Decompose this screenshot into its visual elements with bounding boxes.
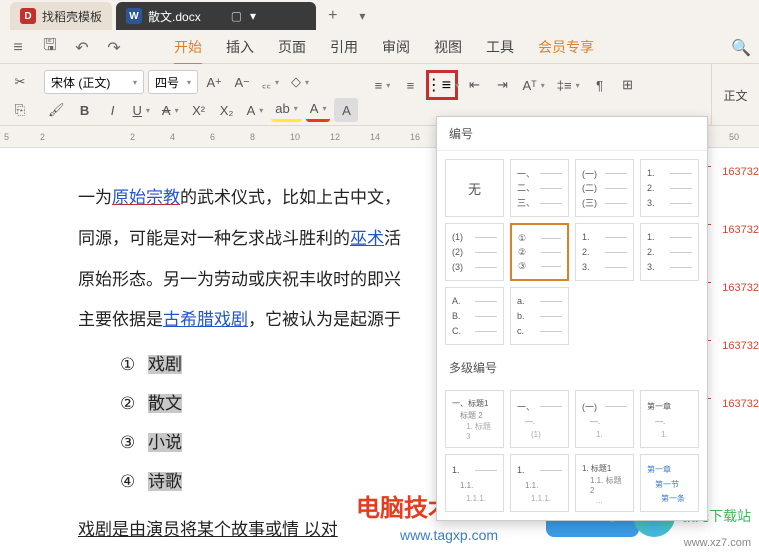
highlight-button[interactable]: ab▾ xyxy=(271,98,301,122)
revision-marks: 163732 163732 163732 163732 163732 xyxy=(722,148,759,438)
ml-numbering-option[interactable]: 第一章 —. 1. xyxy=(640,390,699,448)
ml-numbering-option[interactable]: 1. 1.1. 1.1.1. xyxy=(445,454,504,512)
style-panel[interactable]: 正文 xyxy=(711,64,759,126)
menu-tab-start[interactable]: 开始 xyxy=(174,31,202,65)
ml-numbering-option[interactable]: 第一章 第一节 第一条 xyxy=(640,454,699,512)
sort-button[interactable]: ⊞ xyxy=(616,73,640,97)
line-spacing-button[interactable]: ‡≡▾ xyxy=(553,73,584,97)
menu-tab-vip[interactable]: 会员专享 xyxy=(538,31,594,65)
ml-numbering-option[interactable]: 1. 1.1. 1.1.1. xyxy=(510,454,569,512)
ml-numbering-option[interactable]: 一、标题1 标题 2 1. 标题 3 xyxy=(445,390,504,448)
popup-ml-title: 多级编号 xyxy=(437,353,707,382)
char-shading-button[interactable]: A xyxy=(334,98,358,122)
clear-format-icon[interactable]: ◇▾ xyxy=(287,70,313,94)
underline-button[interactable]: U▾ xyxy=(129,98,154,122)
menu-tab-insert[interactable]: 插入 xyxy=(226,31,254,65)
menu-icon[interactable]: ≡ xyxy=(8,38,28,58)
undo-icon[interactable]: ↶ xyxy=(72,38,92,58)
device-icon: ▢ xyxy=(231,9,242,23)
paragraph-button[interactable]: ¶ xyxy=(588,73,612,97)
search-icon[interactable]: 🔍 xyxy=(731,38,751,58)
ml-numbering-option[interactable]: 一、 —. (1) xyxy=(510,390,569,448)
ml-numbering-option[interactable]: (一) —. 1. xyxy=(575,390,634,448)
numbered-list-button[interactable]: ⋮≡▾ xyxy=(426,70,458,100)
tab-templates-label: 找稻壳模板 xyxy=(42,8,102,25)
numbering-option[interactable]: a. b. c. xyxy=(510,287,569,345)
bold-button[interactable]: B xyxy=(73,98,97,122)
tab-templates[interactable]: D 找稻壳模板 xyxy=(10,2,112,30)
text-effect-button[interactable]: A▾ xyxy=(243,98,268,122)
tab-menu-icon[interactable]: ▾ xyxy=(250,9,256,23)
italic-button[interactable]: I xyxy=(101,98,125,122)
copy-icon[interactable]: ⎘ xyxy=(8,98,32,122)
numbering-option[interactable]: (1) (2) (3) xyxy=(445,223,504,281)
format-painter-icon[interactable]: 🖌 xyxy=(44,98,69,122)
font-color-button[interactable]: A▾ xyxy=(306,98,331,122)
numbering-option[interactable]: 一、 二、 三、 xyxy=(510,159,569,217)
bullet-list-button[interactable]: ≡▾ xyxy=(370,73,394,97)
word-icon: W xyxy=(126,8,142,24)
strikethrough-button[interactable]: A▾ xyxy=(158,98,183,122)
save-icon[interactable]: 🖫 xyxy=(40,38,60,58)
numbering-option[interactable]: (一) (二) (三) xyxy=(575,159,634,217)
font-select[interactable]: 宋体 (正文) ▾ xyxy=(44,70,144,94)
numbering-option[interactable]: 1. 2. 3. xyxy=(640,159,699,217)
tab-overflow-button[interactable]: ▾ xyxy=(349,2,375,30)
tab-doc-label: 散文.docx xyxy=(148,8,201,25)
link-witchcraft[interactable]: 巫术 xyxy=(350,229,384,248)
redo-icon[interactable]: ↷ xyxy=(104,38,124,58)
menu-tab-reference[interactable]: 引用 xyxy=(330,31,358,65)
numbering-option[interactable]: 1. 2. 3. xyxy=(575,223,634,281)
decrease-font-icon[interactable]: A− xyxy=(230,70,254,94)
ml-numbering-option[interactable]: 1. 标题1 1.1. 标题 2 ... xyxy=(575,454,634,512)
chevron-down-icon: ▾ xyxy=(133,78,137,87)
menu-tab-page[interactable]: 页面 xyxy=(278,31,306,65)
cut-icon[interactable]: ✂ xyxy=(8,70,32,94)
numbering-option[interactable]: A. B. C. xyxy=(445,287,504,345)
increase-font-icon[interactable]: A+ xyxy=(202,70,226,94)
numbering-option-none[interactable]: 无 xyxy=(445,159,504,217)
font-size-select[interactable]: 四号 ▾ xyxy=(148,70,198,94)
new-tab-button[interactable]: + xyxy=(320,2,345,30)
link-greek-drama[interactable]: 古希腊戏剧 xyxy=(163,310,248,329)
phonetic-icon[interactable]: ꜀꜀▾ xyxy=(258,70,283,94)
superscript-button[interactable]: X² xyxy=(187,98,211,122)
numbering-option-selected[interactable]: ① ② ③ xyxy=(510,223,569,281)
numbering-dropdown: 编号 无 一、 二、 三、 (一) (二) (三) 1. 2. 3. (1) (… xyxy=(436,116,708,521)
chevron-down-icon: ▾ xyxy=(187,78,191,87)
align-button[interactable]: ≡ xyxy=(398,73,422,97)
tab-document[interactable]: W 散文.docx ▢ ▾ xyxy=(116,2,316,30)
menu-tab-tools[interactable]: 工具 xyxy=(486,31,514,65)
increase-indent-button[interactable]: ⇥ xyxy=(490,73,514,97)
menu-tab-review[interactable]: 审阅 xyxy=(382,31,410,65)
templates-icon: D xyxy=(20,8,36,24)
subscript-button[interactable]: X₂ xyxy=(215,98,239,122)
watermark-url: www.tagxp.com xyxy=(400,527,498,543)
popup-title: 编号 xyxy=(437,117,707,151)
menu-tab-view[interactable]: 视图 xyxy=(434,31,462,65)
text-direction-button[interactable]: Aᵀ▾ xyxy=(518,73,548,97)
decrease-indent-button[interactable]: ⇤ xyxy=(462,73,486,97)
numbering-option[interactable]: 1. 2. 3. xyxy=(640,223,699,281)
download-url: www.xz7.com xyxy=(684,537,751,549)
link-religion[interactable]: 原始宗教 xyxy=(112,188,180,207)
